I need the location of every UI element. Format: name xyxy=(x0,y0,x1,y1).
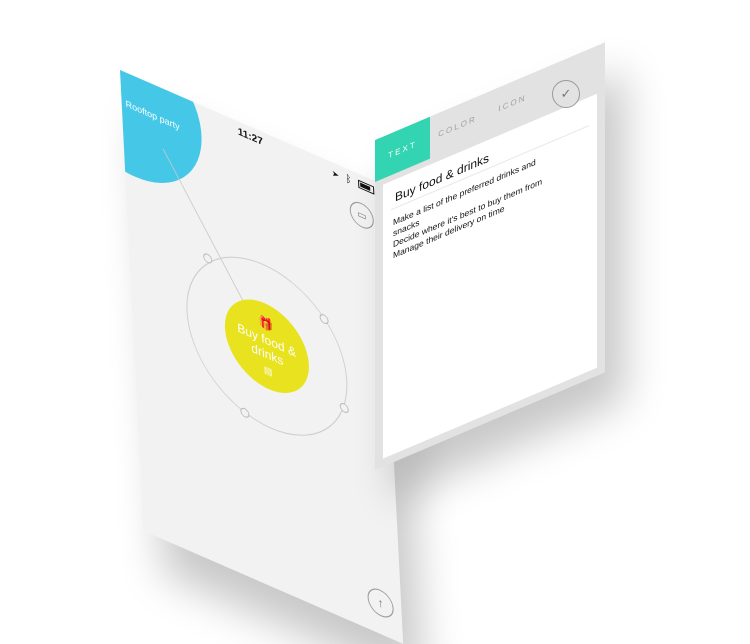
arrow-up-icon: ↑ xyxy=(377,594,384,612)
mindmap-screen: No Service ≋ 11:27 ➤ ᛒ Rooftop party 🎁 B… xyxy=(120,70,404,644)
note-icon: ▤ xyxy=(263,363,273,378)
orbit-handle[interactable] xyxy=(319,313,329,325)
check-circle-icon: ✓ xyxy=(560,86,572,101)
confirm-button[interactable]: ✓ xyxy=(552,80,580,108)
screen-icon: ▭ xyxy=(356,207,367,223)
orbit-handle[interactable] xyxy=(203,253,213,265)
orbit-handle[interactable] xyxy=(240,407,250,419)
